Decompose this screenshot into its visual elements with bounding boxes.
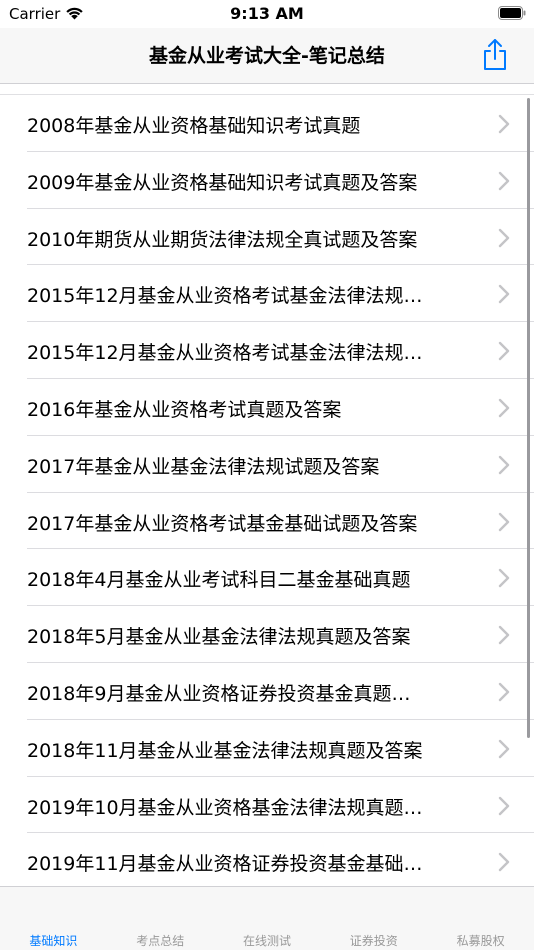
list-item-label: 2019年10月基金从业资格基金法律法规真题… <box>27 796 423 819</box>
list-item[interactable]: 2015年12月基金从业资格考试基金法律法规… <box>0 265 534 323</box>
tab-item[interactable]: 证券投资 <box>320 932 427 949</box>
list-item[interactable]: 2016年基金从业资格考试真题及答案 <box>0 379 534 436</box>
chevron-right-icon <box>498 398 510 418</box>
chevron-right-icon <box>498 455 510 474</box>
chevron-right-icon <box>498 341 510 361</box>
list-item[interactable]: 2018年11月基金从业基金法律法规真题及答案 <box>0 720 534 777</box>
list-item-label: 2018年4月基金从业考试科目二基金基础真题 <box>27 569 411 592</box>
list-item-label: 2017年基金从业资格考试基金基础试题及答案 <box>27 512 418 535</box>
chevron-right-icon <box>498 114 510 134</box>
list-item-label: 2010年期货从业期货法律法规全真试题及答案 <box>27 228 418 251</box>
list-item[interactable]: 2019年11月基金从业资格证券投资基金基础… <box>0 833 534 886</box>
list-item[interactable]: 2019年10月基金从业资格基金法律法规真题… <box>0 777 534 834</box>
list-item-label: 2018年5月基金从业基金法律法规真题及答案 <box>27 626 411 649</box>
chevron-right-icon <box>498 512 510 531</box>
list-item[interactable]: 2018年9月基金从业资格证券投资基金真题… <box>0 663 534 720</box>
tab-bar: 基础知识 考点总结 在线测试 证券投资 私募股权 <box>0 886 534 950</box>
chevron-right-icon <box>498 796 510 815</box>
list-item-label: 2018年9月基金从业资格证券投资基金真题… <box>27 682 411 705</box>
chevron-right-icon <box>498 228 510 247</box>
list-item-label: 2015年12月基金从业资格考试基金法律法规… <box>27 342 423 365</box>
list-item-label: 2015年12月基金从业资格考试基金法律法规… <box>27 285 423 308</box>
chevron-right-icon <box>498 171 510 190</box>
list-item[interactable]: 2017年基金从业基金法律法规试题及答案 <box>0 436 534 493</box>
tab-item[interactable]: 在线测试 <box>214 932 321 949</box>
list-item-label: 2009年基金从业资格基础知识考试真题及答案 <box>27 171 418 194</box>
tab-item[interactable]: 私募股权 <box>427 932 534 949</box>
list-item[interactable]: 2010年期货从业期货法律法规全真试题及答案 <box>0 209 534 266</box>
question-list: 2008年基金从业资格基础知识考试真题 2009年基金从业资格基础知识考试真题及答… <box>0 94 534 886</box>
tab-item[interactable]: 考点总结 <box>107 932 214 949</box>
list-item[interactable]: 2009年基金从业资格基础知识考试真题及答案 <box>0 152 534 209</box>
battery-icon <box>498 6 526 20</box>
chevron-right-icon <box>498 569 510 588</box>
list-item-label: 2016年基金从业资格考试真题及答案 <box>27 398 342 421</box>
list-item[interactable]: 2018年5月基金从业基金法律法规真题及答案 <box>0 606 534 663</box>
list-item[interactable]: 2017年基金从业资格考试基金基础试题及答案 <box>0 493 534 550</box>
chevron-right-icon <box>498 682 510 702</box>
navigation-bar: 基金从业考试大全-笔记总结 <box>0 28 534 84</box>
chevron-right-icon <box>498 285 510 304</box>
list-item[interactable]: 2015年12月基金从业资格考试基金法律法规… <box>0 322 534 379</box>
page-title: 基金从业考试大全-笔记总结 <box>149 45 385 67</box>
status-bar: Carrier 9:13 AM <box>0 0 534 28</box>
chevron-right-icon <box>498 625 510 645</box>
list-item[interactable]: 2008年基金从业资格基础知识考试真题 <box>0 95 534 152</box>
list-item-label: 2019年11月基金从业资格证券投资基金基础… <box>27 853 423 876</box>
chevron-right-icon <box>498 853 510 872</box>
scroll-indicator[interactable] <box>527 98 530 738</box>
tab-item[interactable]: 基础知识 <box>0 932 107 949</box>
list-item-label: 2017年基金从业基金法律法规试题及答案 <box>27 455 380 478</box>
chevron-right-icon <box>498 739 510 758</box>
list-item[interactable]: 2018年4月基金从业考试科目二基金基础真题 <box>0 549 534 607</box>
list-item-label: 2008年基金从业资格基础知识考试真题 <box>27 115 361 137</box>
list-item-label: 2018年11月基金从业基金法律法规真题及答案 <box>27 739 423 762</box>
share-button[interactable] <box>480 37 510 71</box>
share-icon <box>484 39 506 70</box>
status-time: 9:13 AM <box>230 4 304 23</box>
